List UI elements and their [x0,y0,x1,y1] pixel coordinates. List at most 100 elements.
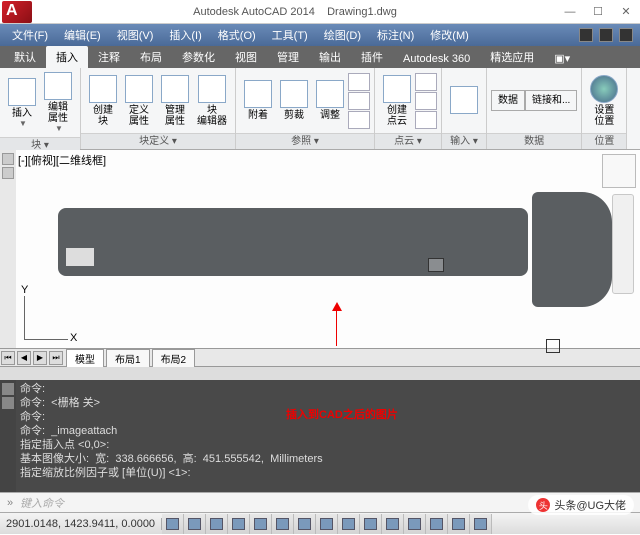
drawing-area[interactable]: [-][俯视][二维线框] Y X [0,150,640,348]
minimize-button[interactable]: — [556,0,584,24]
ref-mini2-button[interactable] [348,92,370,110]
ref-mini1-button[interactable] [348,73,370,91]
horizontal-scrollbar[interactable] [0,366,640,380]
define-attr-button[interactable]: 定义 属性 [121,73,157,129]
manage-attr-button[interactable]: 管理 属性 [157,73,193,129]
group-pointcloud[interactable]: 点云 ▾ [375,133,441,149]
edit-attr-icon [44,72,72,100]
mb-restore-icon[interactable] [599,28,613,42]
insert-block-icon [8,78,36,106]
import-button[interactable] [446,84,482,118]
cmd-chevron-icon[interactable]: » [0,497,20,509]
mb-min-icon[interactable] [579,28,593,42]
ltab-first-button[interactable]: ⏮ [1,351,15,365]
group-blockdef[interactable]: 块定义 ▾ [81,133,235,149]
sb-model-icon[interactable] [470,514,492,534]
annotation-arrow-line [336,308,337,346]
adjust-button[interactable]: 调整 [312,78,348,123]
sb-infer-icon[interactable] [162,514,184,534]
sb-tpy-icon[interactable] [404,514,426,534]
menu-dimension[interactable]: 标注(N) [369,25,422,45]
menu-draw[interactable]: 绘图(D) [316,25,369,45]
tab-model[interactable]: 模型 [66,349,104,367]
edit-attr-button[interactable]: 编辑 属性▼ [40,70,76,135]
import-icon [450,86,478,114]
tab-param[interactable]: 参数化 [172,46,225,68]
sb-grid-icon[interactable] [206,514,228,534]
sb-3dosnap-icon[interactable] [294,514,316,534]
tab-view[interactable]: 视图 [225,46,267,68]
menu-insert[interactable]: 插入(I) [161,25,209,45]
layout-tabs: ⏮ ◀ ▶ ⏭ 模型 布局1 布局2 [0,348,640,366]
create-block-icon [89,75,117,103]
tab-expand-icon[interactable]: ▣▾ [544,49,580,68]
group-import[interactable]: 输入 ▾ [442,133,486,149]
tab-output[interactable]: 输出 [309,46,351,68]
link-button[interactable]: 链接和... [525,90,577,111]
ltab-prev-button[interactable]: ◀ [17,351,31,365]
tab-featured[interactable]: 精选应用 [480,46,544,68]
block-editor-button[interactable]: 块 编辑器 [193,73,231,129]
mb-close-icon[interactable] [619,28,633,42]
pointcloud-button[interactable]: 创建 点云 [379,73,415,129]
ribbon: 插入▼ 编辑 属性▼ 块 ▾ 创建 块 定义 属性 管理 属性 块 编辑器 块定… [0,68,640,150]
menu-tools[interactable]: 工具(T) [264,25,316,45]
tab-insert[interactable]: 插入 [46,46,88,68]
menu-format[interactable]: 格式(O) [210,25,264,45]
sb-sc-icon[interactable] [448,514,470,534]
attach-button[interactable]: 附着 [240,78,276,123]
menu-modify[interactable]: 修改(M) [422,25,477,45]
command-history[interactable]: 命令: 命令: <栅格 关> 命令: 命令: _imageattach 指定插入… [16,380,640,492]
inserted-image[interactable] [58,192,612,302]
ltab-next-button[interactable]: ▶ [33,351,47,365]
menubar: 文件(F) 编辑(E) 视图(V) 插入(I) 格式(O) 工具(T) 绘图(D… [0,24,640,46]
sb-qp-icon[interactable] [426,514,448,534]
tab-annotate[interactable]: 注释 [88,46,130,68]
setloc-button[interactable]: 设置 位置 [586,73,622,129]
sb-osnap-icon[interactable] [272,514,294,534]
sb-polar-icon[interactable] [250,514,272,534]
tab-layout[interactable]: 布局 [130,46,172,68]
maximize-button[interactable]: ☐ [584,0,612,24]
coordinates[interactable]: 2901.0148, 1423.9411, 0.0000 [0,518,162,530]
ref-mini3-button[interactable] [348,111,370,129]
cmd-opt-icon[interactable] [2,397,14,409]
sb-otrack-icon[interactable] [316,514,338,534]
ribbon-tabs: 默认 插入 注释 布局 参数化 视图 管理 输出 插件 Autodesk 360… [0,46,640,68]
menu-file[interactable]: 文件(F) [4,25,56,45]
close-button[interactable]: ✕ [612,0,640,24]
insert-block-button[interactable]: 插入▼ [4,76,40,130]
tab-layout2[interactable]: 布局2 [152,349,196,367]
sb-ortho-icon[interactable] [228,514,250,534]
pc-mini1-button[interactable] [415,73,437,91]
sb-dyn-icon[interactable] [360,514,382,534]
tab-layout1[interactable]: 布局1 [106,349,150,367]
lt-btn2[interactable] [2,167,14,179]
viewcube[interactable] [602,154,636,188]
block-editor-icon [198,75,226,103]
clip-button[interactable]: 剪裁 [276,78,312,123]
titlebar: Autodesk AutoCAD 2014 Drawing1.dwg — ☐ ✕ [0,0,640,24]
menu-edit[interactable]: 编辑(E) [56,25,109,45]
sb-snap-icon[interactable] [184,514,206,534]
navigation-bar[interactable] [612,194,634,294]
pc-mini2-button[interactable] [415,92,437,110]
cmd-close-icon[interactable] [2,383,14,395]
viewport-label[interactable]: [-][俯视][二维线框] [18,152,106,168]
tab-manage[interactable]: 管理 [267,46,309,68]
pc-mini3-button[interactable] [415,111,437,129]
lt-btn1[interactable] [2,153,14,165]
group-reference[interactable]: 参照 ▾ [236,133,374,149]
sb-ducs-icon[interactable] [338,514,360,534]
define-attr-icon [125,75,153,103]
tab-a360[interactable]: Autodesk 360 [393,50,480,68]
attach-icon [244,80,272,108]
tab-default[interactable]: 默认 [4,46,46,68]
tab-plugin[interactable]: 插件 [351,46,393,68]
menu-view[interactable]: 视图(V) [109,25,162,45]
sb-lwt-icon[interactable] [382,514,404,534]
create-block-button[interactable]: 创建 块 [85,73,121,129]
data-button[interactable]: 数据 [491,90,525,111]
ltab-last-button[interactable]: ⏭ [49,351,63,365]
annotation-arrow-icon [332,302,342,311]
